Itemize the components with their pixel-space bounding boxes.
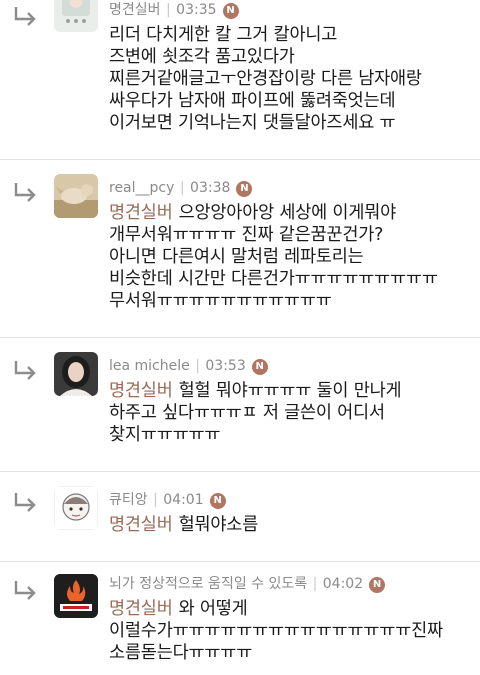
comment-text: 명견실버 헐헐 뭐야ㅠㅠㅠㅠ 둘이 만나게 하주고 싶다ㅠㅠㅠㅍ 저 글쓴이 어디… — [109, 380, 468, 446]
username[interactable]: 명견실버 — [109, 2, 161, 18]
comment-item: real__pcy | 03:38 N 명견실버 으앙앙아아앙 세상에 이게뭐야 개… — [0, 160, 480, 338]
comment-item: lea michele | 03:53 N 명견실버 헐헐 뭐야ㅠㅠㅠㅠ 둘이 만나… — [0, 338, 480, 472]
text-line: 리더 다치게한 칼 그거 칼아니고 — [109, 25, 338, 45]
avatar[interactable] — [54, 0, 98, 32]
timestamp: 03:38 — [190, 180, 231, 196]
comment-meta: 큐티앙 | 04:01 N — [109, 490, 468, 510]
avatar[interactable] — [54, 174, 98, 218]
timestamp: 04:01 — [163, 492, 204, 508]
comment-meta: lea michele | 03:53 N — [109, 356, 468, 376]
text-line: 으앙앙아아앙 세상에 이게뭐야 — [178, 203, 397, 223]
comment-item: 큐티앙 | 04:01 N 명견실버 헐뭐야소름 — [0, 472, 480, 562]
text-line: 하주고 싶다ㅠㅠㅠㅍ 저 글쓴이 어디서 — [109, 403, 385, 423]
text-line: 헐뭐야소름 — [178, 515, 259, 535]
text-line: 와 어떻게 — [178, 599, 248, 619]
username[interactable]: lea michele — [109, 358, 190, 374]
new-badge: N — [222, 3, 239, 19]
text-line: 싸우다가 남자애 파이프에 뚫려죽엇는데 — [109, 91, 396, 111]
comment-text: 리더 다치게한 칼 그거 칼아니고 즈변에 쇳조각 품고있다가 찌른거같애글고ㅜ… — [109, 24, 468, 134]
timestamp: 03:53 — [205, 358, 246, 374]
text-line: 아니면 다른여시 말처럼 레파토리는 — [109, 247, 364, 267]
comment-item: 명견실버 | 03:35 N 리더 다치게한 칼 그거 칼아니고 즈변에 쇳조각 … — [0, 0, 480, 160]
new-badge: N — [236, 181, 253, 197]
mention-link[interactable]: 명견실버 — [109, 381, 173, 401]
timestamp: 03:35 — [176, 2, 217, 18]
comment-text: 명견실버 으앙앙아아앙 세상에 이게뭐야 개무서워ㅠㅠㅠㅠ 진짜 같은꿈꾼건가? … — [109, 202, 468, 312]
username[interactable]: 뇌가 정상적으로 움직일 수 있도록 — [109, 576, 307, 592]
mention-link[interactable]: 명견실버 — [109, 203, 173, 223]
reply-arrow-icon — [14, 361, 36, 380]
avatar[interactable] — [54, 574, 98, 618]
reply-arrow-icon — [14, 7, 36, 26]
comment-text: 명견실버 헐뭐야소름 — [109, 514, 468, 536]
comment-meta: 명견실버 | 03:35 N — [109, 0, 468, 20]
new-badge: N — [209, 493, 226, 509]
timestamp: 04:02 — [322, 576, 364, 592]
new-badge: N — [251, 359, 268, 375]
text-line: 찌른거같애글고ㅜ안경잡이랑 다른 남자애랑 — [109, 69, 422, 89]
text-line: 개무서워ㅠㅠㅠㅠ 진짜 같은꿈꾼건가? — [109, 225, 384, 245]
text-line: 이럴수가ㅠㅠㅠㅠㅠㅠㅠㅠㅠㅠㅠㅠㅠㅠㅠ진짜 — [109, 621, 443, 641]
text-line: 찾지ㅠㅠㅠㅠㅠ — [109, 425, 221, 445]
new-badge: N — [369, 577, 386, 593]
text-line: 무서워ㅠㅠㅠㅠㅠㅠㅠㅠㅠㅠㅠ — [109, 291, 332, 311]
avatar[interactable] — [54, 352, 98, 396]
reply-arrow-icon — [14, 183, 36, 202]
comment-item: 뇌가 정상적으로 움직일 수 있도록 | 04:02 N 명견실버 와 어떻게 이럴… — [0, 562, 480, 675]
reply-arrow-icon — [14, 581, 36, 600]
mention-link[interactable]: 명견실버 — [109, 515, 173, 535]
text-line: 즈변에 쇳조각 품고있다가 — [109, 47, 295, 67]
text-line: 헐헐 뭐야ㅠㅠㅠㅠ 둘이 만나게 — [178, 381, 402, 401]
text-line: 이거보면 기억나는지 댓들달아즈세요 ㅠ — [109, 113, 396, 133]
comment-text: 명견실버 와 어떻게 이럴수가ㅠㅠㅠㅠㅠㅠㅠㅠㅠㅠㅠㅠㅠㅠㅠ진짜 소름돋는다ㅠㅠㅠ… — [109, 598, 468, 664]
avatar[interactable] — [54, 486, 98, 530]
text-line: 소름돋는다ㅠㅠㅠㅠ — [109, 643, 253, 663]
text-line: 비슷한데 시간만 다른건가ㅠㅠㅠㅠㅠㅠㅠㅠㅠ — [109, 269, 438, 289]
username[interactable]: 큐티앙 — [109, 492, 148, 508]
mention-link[interactable]: 명견실버 — [109, 599, 173, 619]
username[interactable]: real__pcy — [109, 180, 174, 196]
reply-arrow-icon — [14, 493, 36, 512]
comment-meta: real__pcy | 03:38 N — [109, 178, 468, 198]
comment-meta: 뇌가 정상적으로 움직일 수 있도록 | 04:02 N — [109, 574, 468, 594]
